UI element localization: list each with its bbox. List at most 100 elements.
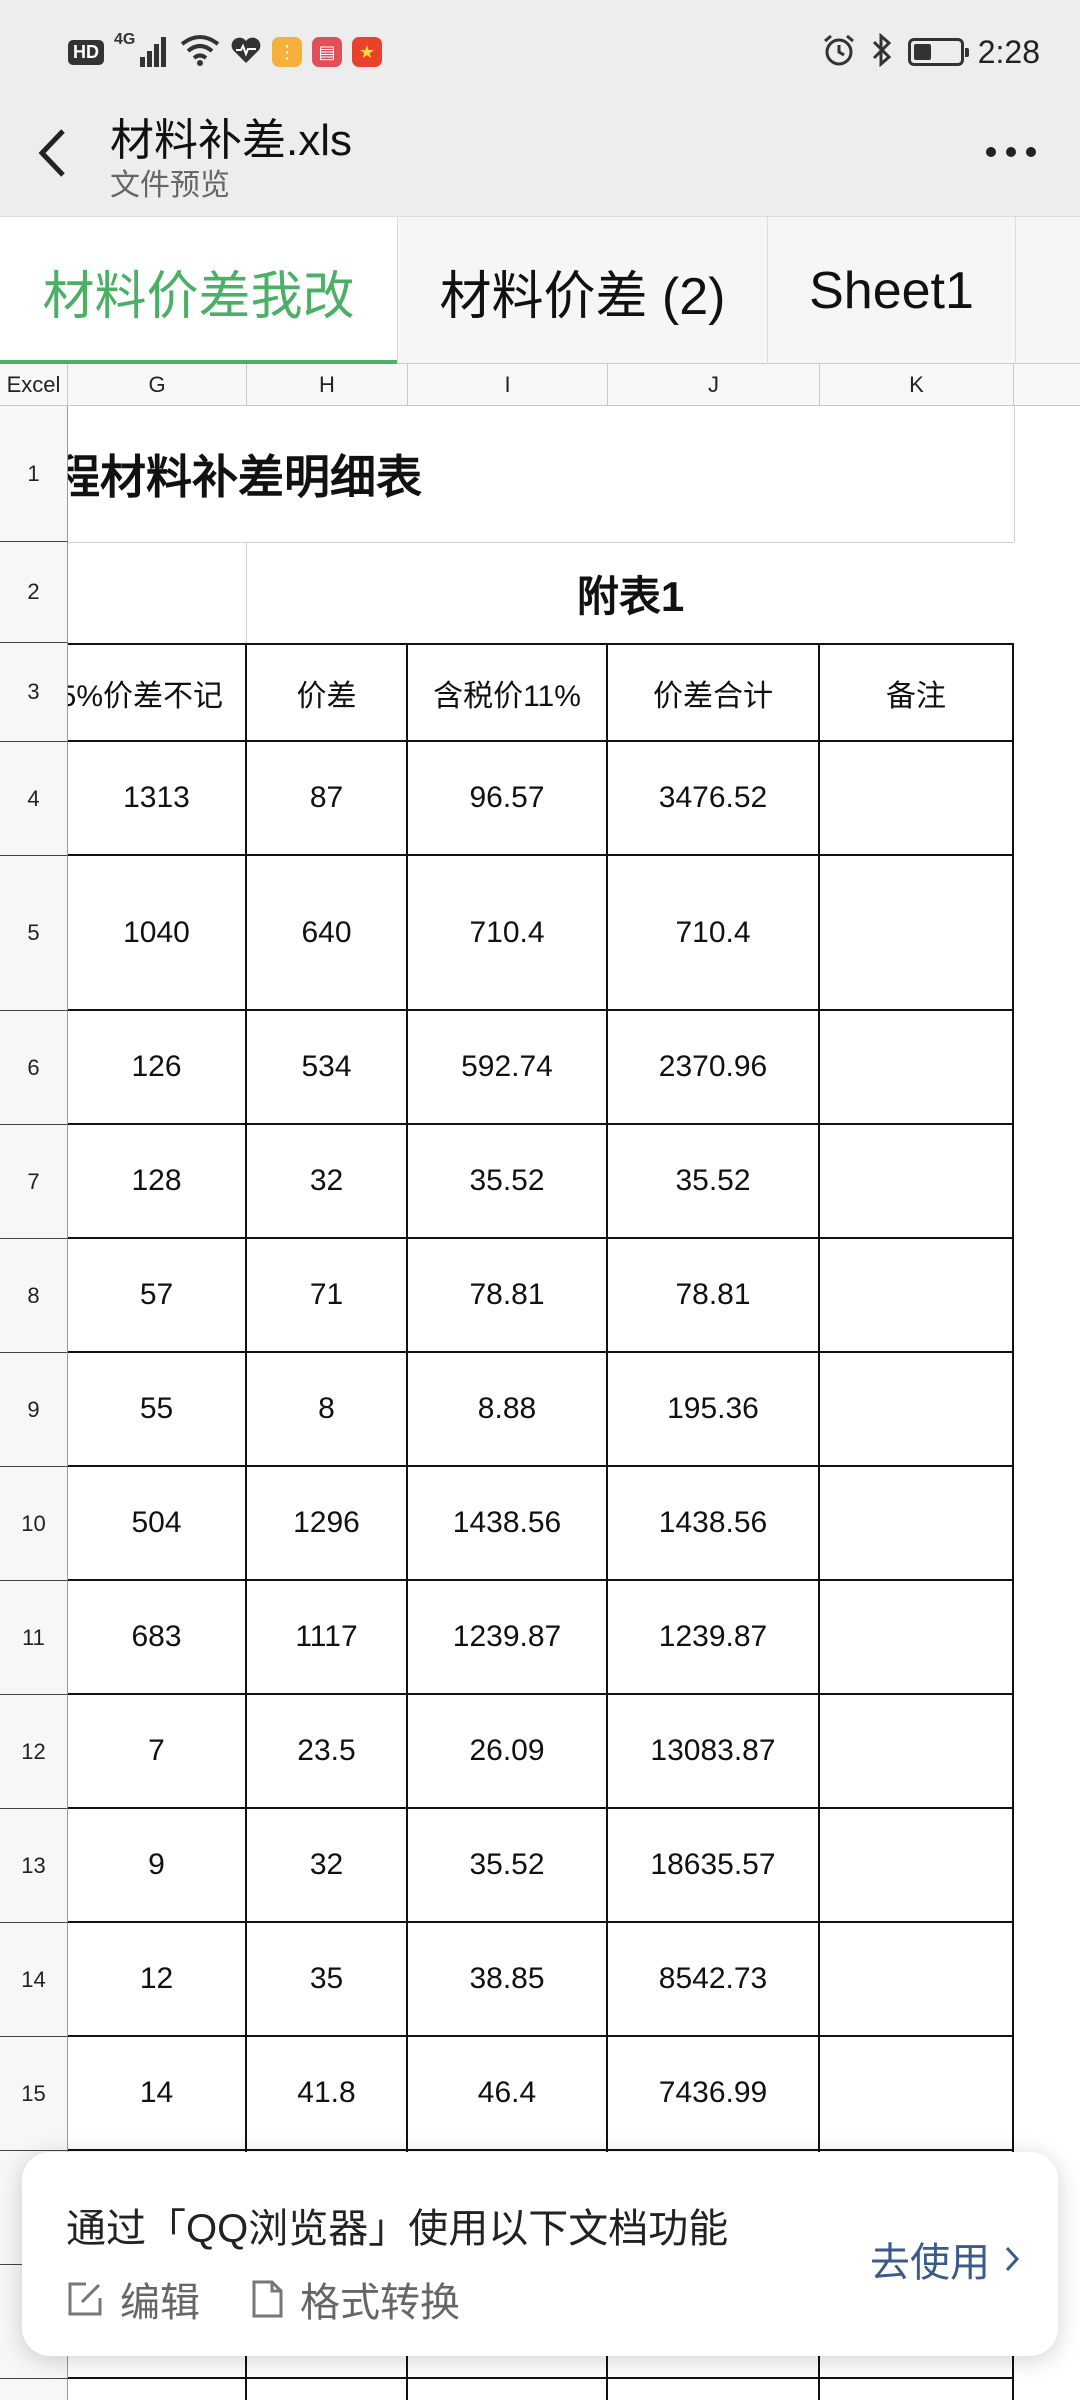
table-cell[interactable]: 32: [247, 1125, 408, 1239]
tab-sheet-1[interactable]: 材料价差我改: [0, 217, 398, 365]
table-cell[interactable]: 710.4: [408, 856, 608, 1011]
table-cell[interactable]: 18635.57: [608, 1809, 820, 1923]
table-cell[interactable]: [820, 742, 1014, 856]
table-cell[interactable]: 57: [68, 1239, 247, 1353]
table-cell[interactable]: [68, 2379, 247, 2400]
table-cell[interactable]: 35.52: [408, 1125, 608, 1239]
row-header[interactable]: 1: [0, 406, 68, 542]
table-header-cell[interactable]: 含税价11%: [408, 643, 608, 742]
table-cell[interactable]: 1239.87: [408, 1581, 608, 1695]
row-header[interactable]: 14: [0, 1923, 68, 2037]
table-cell[interactable]: 1313: [68, 742, 247, 856]
table-header-cell[interactable]: 价差: [247, 643, 408, 742]
table-cell[interactable]: [820, 1467, 1014, 1581]
table-cell[interactable]: 41.8: [247, 2037, 408, 2151]
table-cell[interactable]: [820, 2379, 1014, 2400]
column-header-i[interactable]: I: [408, 364, 608, 406]
table-cell[interactable]: 38.85: [408, 1923, 608, 2037]
row-header[interactable]: 7: [0, 1125, 68, 1239]
table-cell[interactable]: 12: [68, 1923, 247, 2037]
row-header[interactable]: 4: [0, 742, 68, 856]
table-cell[interactable]: 710.4: [608, 856, 820, 1011]
table-cell[interactable]: 1438.56: [408, 1467, 608, 1581]
table-header-cell[interactable]: 5%价差不记: [68, 643, 247, 742]
table-cell[interactable]: [820, 1353, 1014, 1467]
table-cell[interactable]: 534: [247, 1011, 408, 1125]
table-header-cell[interactable]: 价差合计: [608, 643, 820, 742]
table-cell[interactable]: 35.52: [608, 1125, 820, 1239]
table-cell[interactable]: 7: [68, 1695, 247, 1809]
table-cell[interactable]: 8: [247, 1353, 408, 1467]
table-cell[interactable]: 1239.87: [608, 1581, 820, 1695]
table-cell[interactable]: 1117: [247, 1581, 408, 1695]
table-cell[interactable]: 3476.52: [608, 742, 820, 856]
table-cell[interactable]: [408, 2379, 608, 2400]
table-cell[interactable]: 683: [68, 1581, 247, 1695]
column-header-k[interactable]: K: [820, 364, 1014, 406]
table-cell[interactable]: 9: [68, 1809, 247, 1923]
blank-cell[interactable]: [68, 542, 247, 643]
table-cell[interactable]: [820, 1125, 1014, 1239]
table-cell[interactable]: [820, 1581, 1014, 1695]
table-cell[interactable]: 1040: [68, 856, 247, 1011]
table-cell[interactable]: 126: [68, 1011, 247, 1125]
appendix-label-cell[interactable]: 附表1: [247, 542, 1014, 643]
row-header[interactable]: 11: [0, 1581, 68, 1695]
row-header[interactable]: 6: [0, 1011, 68, 1125]
row-header[interactable]: 15: [0, 2037, 68, 2151]
table-cell[interactable]: [820, 2037, 1014, 2151]
table-cell[interactable]: [820, 1923, 1014, 2037]
tab-sheet-2[interactable]: 材料价差 (2): [398, 217, 768, 365]
row-header[interactable]: 3: [0, 643, 68, 742]
table-cell[interactable]: [820, 1239, 1014, 1353]
table-cell[interactable]: 78.81: [608, 1239, 820, 1353]
table-cell[interactable]: 13083.87: [608, 1695, 820, 1809]
table-cell[interactable]: [820, 1809, 1014, 1923]
table-cell[interactable]: 592.74: [408, 1011, 608, 1125]
table-cell[interactable]: 128: [68, 1125, 247, 1239]
column-header-l[interactable]: [1014, 364, 1080, 406]
promo-use-button[interactable]: 去使用: [870, 2230, 1020, 2288]
table-cell[interactable]: [820, 856, 1014, 1011]
table-cell[interactable]: 55: [68, 1353, 247, 1467]
table-cell[interactable]: [820, 1695, 1014, 1809]
row-header[interactable]: 5: [0, 856, 68, 1011]
table-cell[interactable]: 1296: [247, 1467, 408, 1581]
table-cell[interactable]: 26.09: [408, 1695, 608, 1809]
table-cell[interactable]: 14: [68, 2037, 247, 2151]
more-options-button[interactable]: [976, 124, 1046, 180]
column-header-j[interactable]: J: [608, 364, 820, 406]
row-header[interactable]: 13: [0, 1809, 68, 1923]
row-header[interactable]: 12: [0, 1695, 68, 1809]
row-header[interactable]: 9: [0, 1353, 68, 1467]
table-cell[interactable]: [608, 2379, 820, 2400]
table-cell[interactable]: 23.5: [247, 1695, 408, 1809]
table-cell[interactable]: 35.52: [408, 1809, 608, 1923]
table-cell[interactable]: 1438.56: [608, 1467, 820, 1581]
table-cell[interactable]: 195.36: [608, 1353, 820, 1467]
table-cell[interactable]: 32: [247, 1809, 408, 1923]
table-cell[interactable]: [820, 1011, 1014, 1125]
table-cell[interactable]: 640: [247, 856, 408, 1011]
column-header-g[interactable]: G: [68, 364, 247, 406]
table-cell[interactable]: 71: [247, 1239, 408, 1353]
row-header[interactable]: 10: [0, 1467, 68, 1581]
sheet-title-cell[interactable]: 程材料补差明细表: [68, 406, 1014, 542]
table-cell[interactable]: 87: [247, 742, 408, 856]
table-cell[interactable]: 2370.96: [608, 1011, 820, 1125]
table-cell[interactable]: 8.88: [408, 1353, 608, 1467]
table-cell[interactable]: 7436.99: [608, 2037, 820, 2151]
tab-sheet-3[interactable]: Sheet1: [768, 217, 1016, 365]
column-header-h[interactable]: H: [247, 364, 408, 406]
table-header-cell[interactable]: 备注: [820, 643, 1014, 742]
table-cell[interactable]: 504: [68, 1467, 247, 1581]
table-cell[interactable]: [247, 2379, 408, 2400]
spreadsheet-grid[interactable]: Excel G H I J K 1 程材料补差明细表 2 附表1 3 5%价差不记 价差 含税…: [0, 364, 1080, 2400]
table-cell[interactable]: 96.57: [408, 742, 608, 856]
table-cell[interactable]: 46.4: [408, 2037, 608, 2151]
table-cell[interactable]: 35: [247, 1923, 408, 2037]
row-header[interactable]: 8: [0, 1239, 68, 1353]
back-button[interactable]: [24, 118, 80, 188]
table-cell[interactable]: 78.81: [408, 1239, 608, 1353]
row-header[interactable]: [0, 2379, 68, 2400]
